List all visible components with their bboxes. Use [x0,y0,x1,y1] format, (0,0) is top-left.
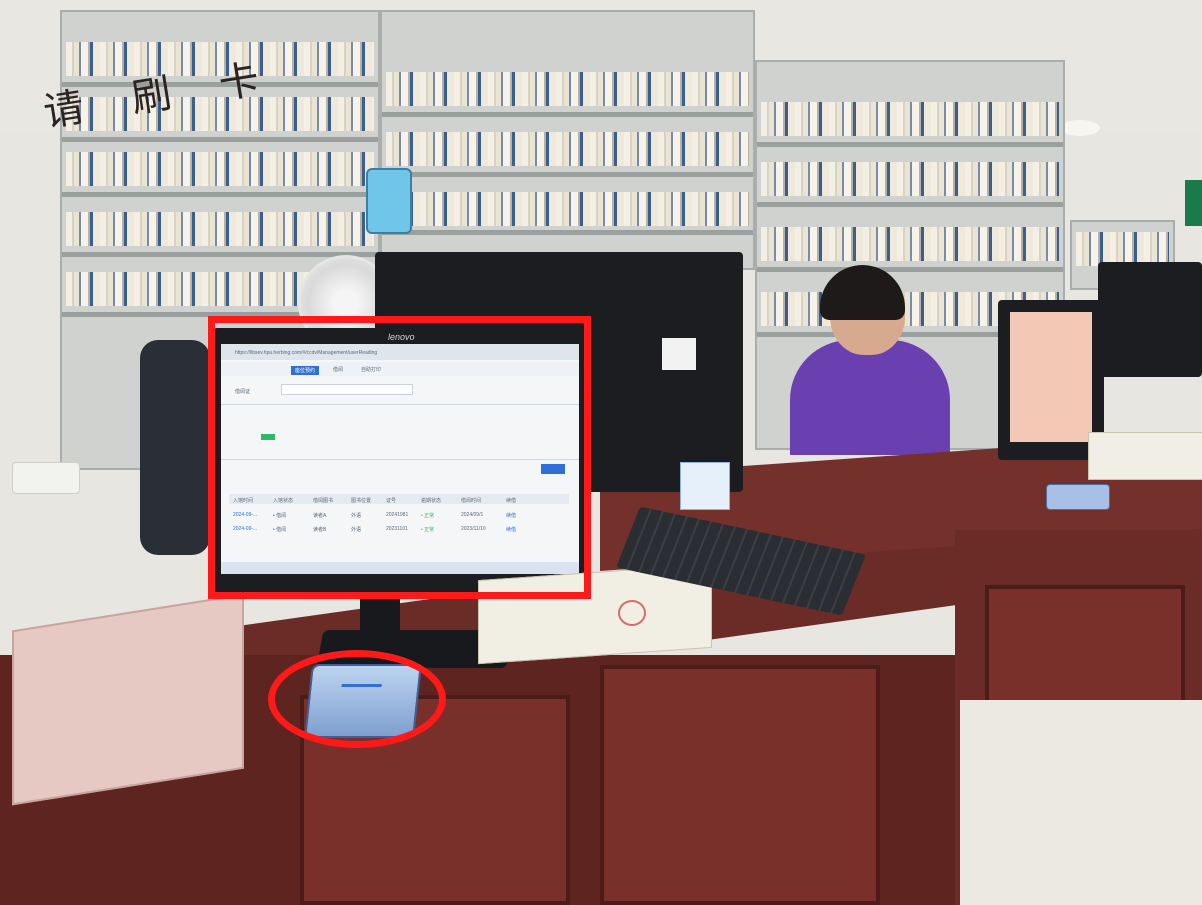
right-monitor-screen [1010,312,1092,442]
library-desk-photo: lenovo https://libsev.hpu.herbing.com/#/… [0,0,1202,905]
librarian-body [790,340,950,455]
ceiling-lamp [1060,120,1100,136]
desk-front-panel-2 [600,665,880,905]
swipe-card-sign [12,593,244,806]
highlight-ellipse-card-reader [268,650,446,748]
right-book-stack [1088,432,1202,480]
highlight-rectangle-monitor [208,316,591,599]
small-box [680,462,730,510]
qr-sticker [662,338,696,370]
bookshelf-center [380,10,755,270]
far-right-monitor [1098,262,1202,377]
book-stamp [618,600,646,626]
green-exit-sign [1185,180,1202,226]
floor [960,700,1202,905]
right-card-reader [1046,484,1110,510]
wall-device [366,168,412,234]
